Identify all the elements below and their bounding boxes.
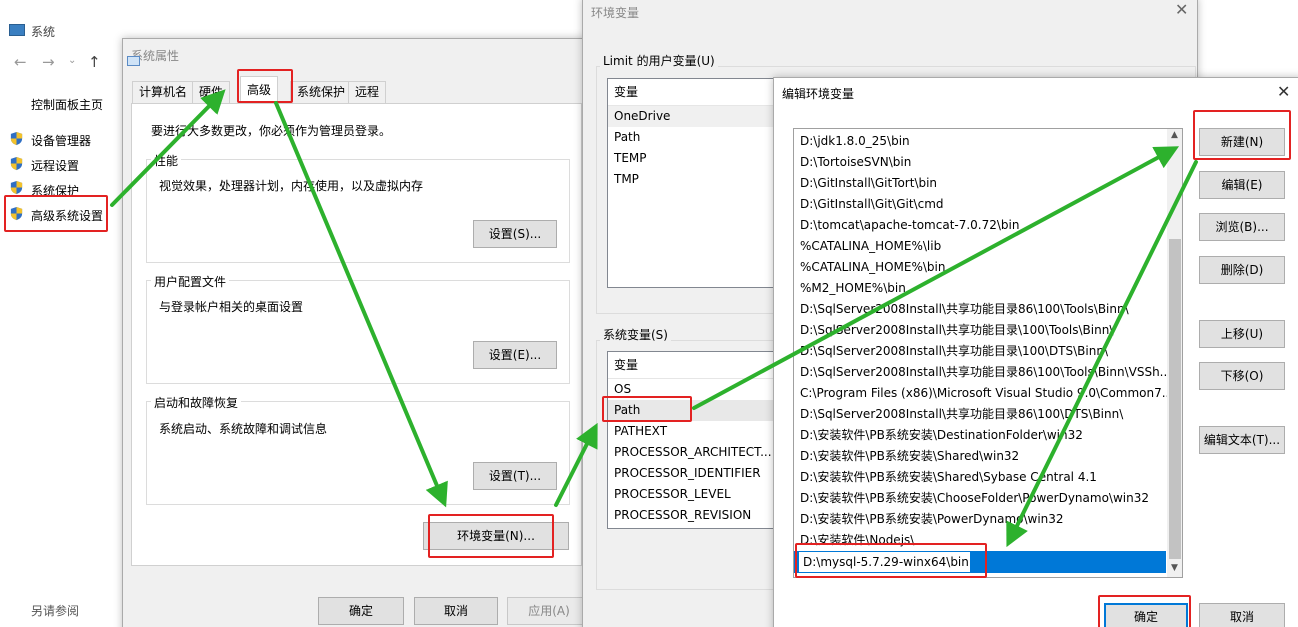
- annotation-arrows: [110, 89, 1198, 548]
- arrow-to-env-button: [274, 101, 448, 508]
- arrow-to-new-path: [1006, 160, 1198, 548]
- arrow-to-advanced-tab: [110, 89, 226, 207]
- arrow-to-new-button: [692, 146, 1180, 410]
- arrow-to-path-row: [554, 422, 598, 507]
